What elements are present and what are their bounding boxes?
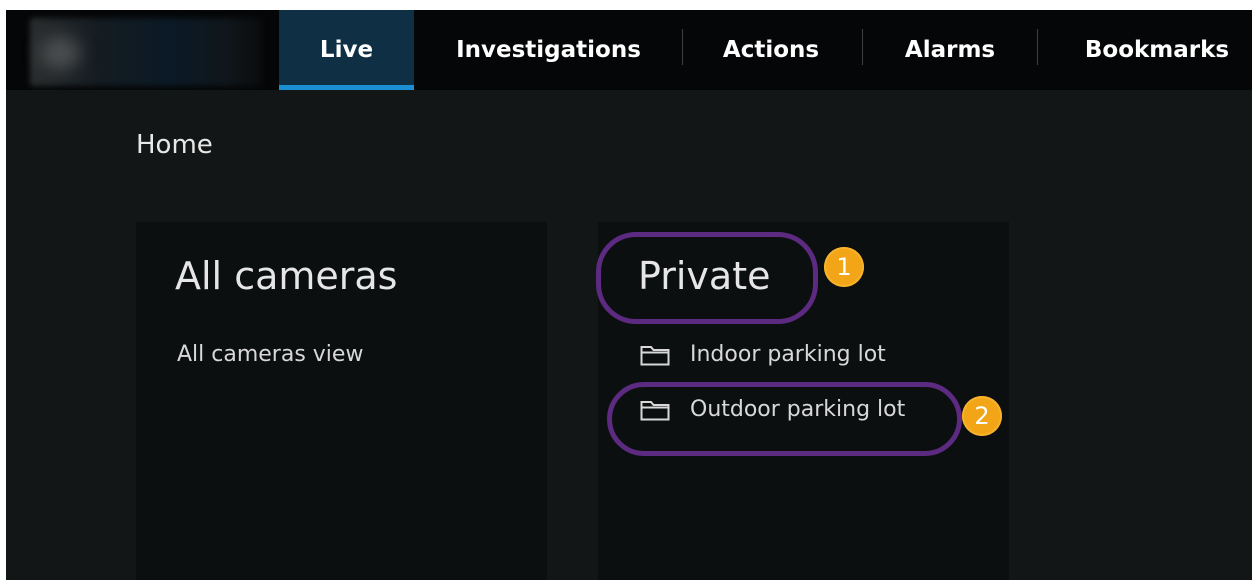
all-cameras-panel: All cameras All cameras view [136, 222, 547, 580]
view-group-label: Indoor parking lot [690, 342, 886, 367]
all-cameras-view-link[interactable]: All cameras view [177, 342, 363, 367]
tab-alarms[interactable]: Alarms [886, 10, 1014, 90]
tab-divider [862, 29, 863, 65]
view-group-indoor-parking-lot[interactable]: Indoor parking lot [640, 342, 886, 367]
breadcrumb[interactable]: Home [136, 130, 213, 160]
folder-icon [640, 344, 670, 366]
tab-actions[interactable]: Actions [706, 10, 836, 90]
tab-investigations[interactable]: Investigations [446, 10, 651, 90]
highlight-ring-private [596, 232, 818, 324]
highlight-ring-outdoor [607, 382, 962, 456]
tab-bookmarks[interactable]: Bookmarks [1062, 10, 1252, 90]
callout-badge-1: 1 [824, 247, 864, 287]
tab-live[interactable]: Live [279, 10, 414, 90]
callout-badge-2: 2 [962, 396, 1002, 436]
app-window: Live Investigations Actions Alarms Bookm… [6, 10, 1252, 580]
all-cameras-title: All cameras [175, 254, 398, 298]
top-navigation-bar: Live Investigations Actions Alarms Bookm… [6, 10, 1252, 90]
logo-mark [40, 36, 80, 70]
tab-divider [682, 29, 683, 65]
tab-divider [1037, 29, 1038, 65]
